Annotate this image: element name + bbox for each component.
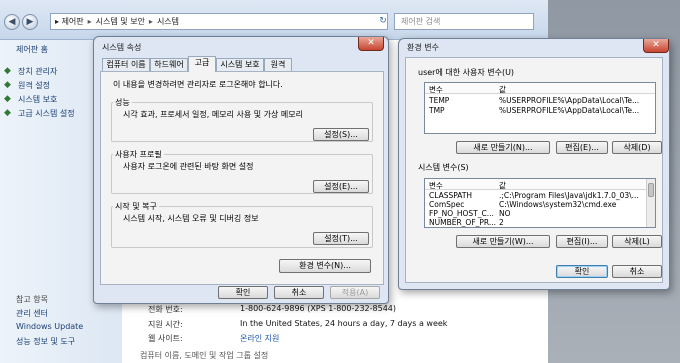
- support-info: 전화 번호: 1-800-624-9896 (XPS 1-800-232-854…: [122, 300, 548, 363]
- startup-recovery-settings-button[interactable]: 설정(T)...: [313, 232, 369, 245]
- phone-value: 1-800-624-9896 (XPS 1-800-232-8544): [240, 304, 397, 313]
- list-header: 변수 값: [425, 179, 655, 190]
- phone-label: 전화 번호:: [148, 305, 183, 314]
- sidebar-item-advanced-settings[interactable]: 고급 시스템 설정: [18, 108, 75, 119]
- tab-computer-name[interactable]: 컴퓨터 이름: [102, 58, 150, 71]
- user-profiles-desc: 사용자 로그온에 관련된 바탕 화면 설정: [123, 162, 254, 171]
- search-input[interactable]: 제어판 검색: [394, 13, 534, 30]
- advanced-tab-panel: 이 내용을 변경하려면 관리자로 로그온해야 합니다. 성능 시각 효과, 프로…: [100, 71, 384, 285]
- system-var-edit-button[interactable]: 편집(I)...: [556, 235, 608, 248]
- dialog-title: 환경 변수: [407, 43, 439, 52]
- performance-title: 성능: [113, 97, 132, 108]
- list-row[interactable]: ComSpec C:\Windows\system32\cmd.exe: [425, 200, 655, 209]
- env-vars-panel: user에 대한 사용자 변수(U) 변수 값 TEMP %USERPROFIL…: [405, 57, 663, 283]
- list-row[interactable]: TMP %USERPROFILE%\AppData\Local\Te...: [425, 106, 655, 115]
- var-value: NO: [499, 209, 511, 218]
- address-segment[interactable]: 시스템: [157, 17, 179, 26]
- var-value: C:\Windows\system32\cmd.exe: [499, 200, 617, 209]
- see-also-heading: 참고 항목: [16, 295, 48, 304]
- cancel-button[interactable]: 취소: [274, 286, 324, 299]
- var-name: NUMBER_OF_PR...: [429, 218, 497, 227]
- user-profiles-settings-button[interactable]: 설정(E)...: [313, 180, 369, 193]
- chevron-right-icon: ▸: [148, 17, 153, 26]
- sidebar-item-action-center[interactable]: 관리 센터: [16, 308, 48, 319]
- user-profiles-title: 사용자 프로필: [113, 149, 164, 160]
- ok-button[interactable]: 확인: [218, 286, 268, 299]
- var-value: %USERPROFILE%\AppData\Local\Te...: [499, 106, 640, 115]
- startup-recovery-desc: 시스템 시작, 시스템 오류 및 디버깅 정보: [123, 214, 259, 223]
- sidebar-item-windows-update[interactable]: Windows Update: [16, 322, 83, 331]
- user-var-delete-button[interactable]: 삭제(D): [612, 141, 662, 154]
- column-header-value[interactable]: 값: [499, 84, 506, 95]
- column-header-value[interactable]: 값: [499, 180, 506, 191]
- shield-icon: ◆: [4, 66, 11, 76]
- var-name: TEMP: [429, 96, 450, 105]
- list-header: 변수 값: [425, 83, 655, 94]
- tab-advanced[interactable]: 고급: [188, 56, 216, 72]
- performance-desc: 시각 효과, 프로세서 일정, 메모리 사용 및 가상 메모리: [123, 110, 303, 119]
- sidebar-item-remote-settings[interactable]: 원격 설정: [18, 80, 50, 91]
- address-root-icon: ▸: [55, 17, 60, 26]
- system-properties-dialog: 시스템 속성 ✕ 컴퓨터 이름 하드웨어 고급 시스템 보호 원격 이 내용을 …: [93, 36, 389, 304]
- address-segment[interactable]: 제어판: [62, 17, 84, 26]
- online-support-link[interactable]: 온라인 지원: [240, 333, 279, 344]
- user-vars-list[interactable]: 변수 값 TEMP %USERPROFILE%\AppData\Local\Te…: [424, 82, 656, 134]
- shield-icon: ◆: [4, 108, 11, 118]
- admin-note: 이 내용을 변경하려면 관리자로 로그온해야 합니다.: [113, 80, 283, 89]
- close-icon[interactable]: ✕: [643, 39, 669, 53]
- cancel-button[interactable]: 취소: [612, 265, 662, 278]
- var-name: ComSpec: [429, 200, 465, 209]
- shield-icon: ◆: [4, 94, 11, 104]
- list-row[interactable]: TEMP %USERPROFILE%\AppData\Local\Te...: [425, 96, 655, 105]
- ok-button[interactable]: 확인: [556, 265, 608, 278]
- system-vars-list[interactable]: 변수 값 CLASSPATH .;C:\Program Files\Java\j…: [424, 178, 656, 228]
- section-heading: 컴퓨터 이름, 도메인 및 작업 그룹 설정: [140, 351, 269, 360]
- dialog-title: 시스템 속성: [102, 43, 142, 52]
- var-value: %USERPROFILE%\AppData\Local\Te...: [499, 96, 640, 105]
- sidebar-item-performance-info[interactable]: 성능 정보 및 도구: [16, 336, 75, 347]
- user-var-new-button[interactable]: 새로 만들기(N)...: [456, 141, 550, 154]
- tab-system-protection[interactable]: 시스템 보호: [216, 58, 264, 71]
- apply-button[interactable]: 적용(A): [330, 286, 380, 299]
- list-row[interactable]: FP_NO_HOST_C... NO: [425, 209, 655, 218]
- performance-settings-button[interactable]: 설정(S)...: [313, 128, 369, 141]
- refresh-icon[interactable]: ↻: [376, 14, 390, 28]
- environment-variables-dialog: 환경 변수 ✕ user에 대한 사용자 변수(U) 변수 값 TEMP %US…: [398, 38, 670, 290]
- var-name: CLASSPATH: [429, 191, 473, 200]
- list-row[interactable]: NUMBER_OF_PR... 2: [425, 218, 655, 227]
- tab-hardware[interactable]: 하드웨어: [150, 58, 188, 71]
- sidebar-item-device-manager[interactable]: 장치 관리자: [18, 66, 57, 77]
- hours-label: 지원 시간:: [148, 320, 183, 329]
- scrollbar[interactable]: [646, 179, 655, 227]
- sidebar-item-system-protection[interactable]: 시스템 보호: [18, 94, 57, 105]
- address-bar-area: ◀ ▶ ▸ 제어판 ▸ 시스템 및 보안 ▸ 시스템 ↻ 제어판 검색: [0, 0, 548, 40]
- sidebar-home-link[interactable]: 제어판 홈: [16, 44, 48, 55]
- system-var-delete-button[interactable]: 삭제(L): [612, 235, 662, 248]
- startup-recovery-title: 시작 및 복구: [113, 201, 159, 212]
- forward-icon[interactable]: ▶: [22, 14, 38, 30]
- column-header-variable[interactable]: 변수: [429, 84, 443, 95]
- back-icon[interactable]: ◀: [4, 14, 20, 30]
- close-icon[interactable]: ✕: [358, 37, 384, 51]
- address-bar[interactable]: ▸ 제어판 ▸ 시스템 및 보안 ▸ 시스템: [50, 13, 388, 30]
- column-header-variable[interactable]: 변수: [429, 180, 443, 191]
- scrollbar-thumb[interactable]: [648, 183, 654, 197]
- system-var-new-button[interactable]: 새로 만들기(W)...: [456, 235, 550, 248]
- user-vars-label: user에 대한 사용자 변수(U): [418, 68, 515, 77]
- system-vars-label: 시스템 변수(S): [418, 163, 469, 172]
- list-row[interactable]: CLASSPATH .;C:\Program Files\Java\jdk1.7…: [425, 191, 655, 200]
- user-var-edit-button[interactable]: 편집(E)...: [556, 141, 608, 154]
- website-label: 웹 사이트:: [148, 334, 183, 343]
- tab-remote[interactable]: 원격: [264, 58, 292, 71]
- var-value: 2: [499, 218, 504, 227]
- var-value: .;C:\Program Files\Java\jdk1.7.0_03\...: [499, 191, 639, 200]
- chevron-right-icon: ▸: [87, 17, 92, 26]
- var-name: FP_NO_HOST_C...: [429, 209, 494, 218]
- var-name: TMP: [429, 106, 445, 115]
- shield-icon: ◆: [4, 80, 11, 90]
- environment-variables-button[interactable]: 환경 변수(N)...: [279, 259, 371, 273]
- hours-value: In the United States, 24 hours a day, 7 …: [240, 319, 448, 328]
- address-segment[interactable]: 시스템 및 보안: [96, 17, 145, 26]
